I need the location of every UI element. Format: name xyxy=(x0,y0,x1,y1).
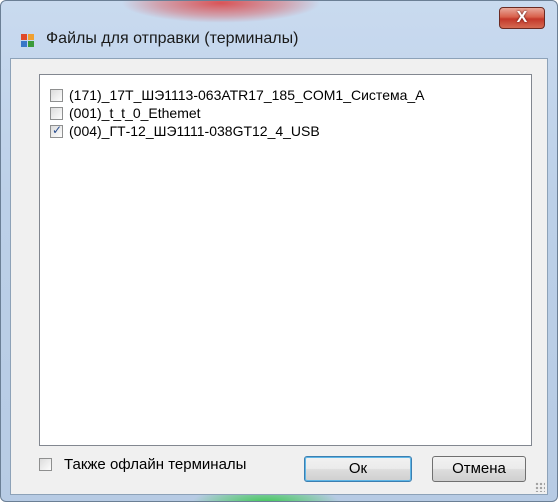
terminal-label: (171)_17Т_ШЭ1113-063АТR17_185_COM1_Систе… xyxy=(69,87,425,103)
dialog-window: Файлы для отправки (терминалы) X (171)_1… xyxy=(0,0,558,502)
offline-terminals-checkbox[interactable] xyxy=(39,458,52,471)
offline-terminals-label: Также офлайн терминалы xyxy=(64,456,247,473)
close-button[interactable]: X xyxy=(499,7,545,29)
terminal-label: (001)_t_t_0_Ethemet xyxy=(69,105,201,121)
title-bar[interactable]: Файлы для отправки (терминалы) X xyxy=(1,1,557,47)
ok-button[interactable]: Ок xyxy=(304,456,412,482)
resize-grip-icon[interactable] xyxy=(535,482,545,492)
terminal-item[interactable]: (001)_t_t_0_Ethemet xyxy=(40,104,531,122)
terminal-item[interactable]: (004)_ГТ-12_ШЭ1111-038GT12_4_USB xyxy=(40,122,531,140)
window-title: Файлы для отправки (терминалы) xyxy=(46,30,299,47)
dialog-client-area: (171)_17Т_ШЭ1113-063АТR17_185_COM1_Систе… xyxy=(10,58,548,495)
terminal-label: (004)_ГТ-12_ШЭ1111-038GT12_4_USB xyxy=(69,123,320,139)
cancel-button[interactable]: Отмена xyxy=(432,456,526,482)
app-window-icon xyxy=(21,34,35,48)
terminal-checkbox[interactable] xyxy=(50,88,63,102)
terminal-checkbox[interactable] xyxy=(50,123,63,138)
close-icon: X xyxy=(516,9,528,26)
offline-terminals-option[interactable]: Также офлайн терминалы xyxy=(39,456,246,473)
terminal-checkbox[interactable] xyxy=(50,106,63,120)
terminals-checklist[interactable]: (171)_17Т_ШЭ1113-063АТR17_185_COM1_Систе… xyxy=(39,74,532,446)
terminal-item[interactable]: (171)_17Т_ШЭ1113-063АТR17_185_COM1_Систе… xyxy=(40,86,531,104)
